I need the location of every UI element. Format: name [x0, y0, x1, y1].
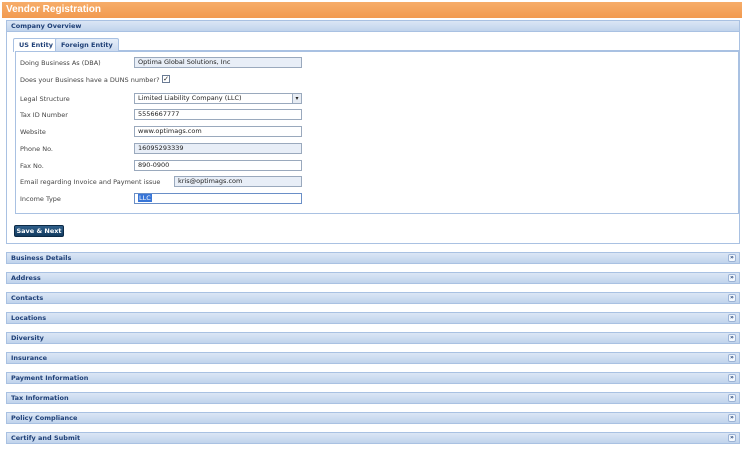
section-certify-and-submit[interactable]: Certify and Submit »: [6, 432, 740, 444]
fax-label: Fax No.: [20, 162, 44, 170]
section-locations[interactable]: Locations »: [6, 312, 740, 324]
section-address[interactable]: Address »: [6, 272, 740, 284]
income-type-field[interactable]: LLC: [134, 193, 302, 204]
chevron-down-icon[interactable]: »: [728, 434, 736, 442]
section-label: Contacts: [11, 294, 44, 302]
section-label: Policy Compliance: [11, 414, 78, 422]
chevron-down-icon[interactable]: »: [728, 354, 736, 362]
section-label: Insurance: [11, 354, 48, 362]
section-company-overview[interactable]: Company Overview: [6, 20, 740, 32]
legal-structure-value: Limited Liability Company (LLC): [138, 94, 242, 102]
duns-label: Does your Business have a DUNS number?: [20, 76, 160, 84]
section-label: Tax Information: [11, 394, 69, 402]
section-contacts[interactable]: Contacts »: [6, 292, 740, 304]
dba-label: Doing Business As (DBA): [20, 59, 101, 67]
section-label: Payment Information: [11, 374, 89, 382]
section-label: Business Details: [11, 254, 72, 262]
section-insurance[interactable]: Insurance »: [6, 352, 740, 364]
website-label: Website: [20, 128, 46, 136]
tab-foreign-entity[interactable]: Foreign Entity: [55, 38, 119, 51]
dba-field[interactable]: Optima Global Solutions, Inc: [134, 57, 302, 68]
section-policy-compliance[interactable]: Policy Compliance »: [6, 412, 740, 424]
tax-id-label: Tax ID Number: [20, 111, 68, 119]
chevron-down-icon[interactable]: »: [728, 334, 736, 342]
income-type-value: LLC: [138, 194, 152, 202]
section-label: Locations: [11, 314, 47, 322]
legal-structure-label: Legal Structure: [20, 95, 70, 103]
section-label: Company Overview: [11, 22, 82, 30]
income-type-label: Income Type: [20, 195, 61, 203]
fax-field[interactable]: 890-0900: [134, 160, 302, 171]
tab-us-entity[interactable]: US Entity: [13, 38, 59, 52]
section-tax-information[interactable]: Tax Information »: [6, 392, 740, 404]
page-title: Vendor Registration: [2, 2, 742, 18]
section-label: Address: [11, 274, 41, 282]
phone-label: Phone No.: [20, 145, 53, 153]
section-label: Certify and Submit: [11, 434, 81, 442]
email-label: Email regarding Invoice and Payment issu…: [20, 178, 161, 186]
section-diversity[interactable]: Diversity »: [6, 332, 740, 344]
chevron-down-icon[interactable]: »: [728, 254, 736, 262]
chevron-down-icon[interactable]: »: [728, 314, 736, 322]
chevron-down-icon[interactable]: »: [728, 294, 736, 302]
company-form: Doing Business As (DBA) Optima Global So…: [15, 51, 739, 214]
duns-checkbox[interactable]: ✓: [162, 75, 170, 83]
chevron-down-icon[interactable]: »: [728, 274, 736, 282]
company-overview-panel: US Entity Foreign Entity Doing Business …: [6, 32, 740, 244]
section-business-details[interactable]: Business Details »: [6, 252, 740, 264]
section-payment-information[interactable]: Payment Information »: [6, 372, 740, 384]
legal-structure-select[interactable]: Limited Liability Company (LLC) ▾: [134, 93, 302, 104]
save-next-button[interactable]: Save & Next: [14, 225, 64, 237]
dropdown-arrow-icon[interactable]: ▾: [292, 94, 301, 103]
chevron-down-icon[interactable]: »: [728, 414, 736, 422]
tax-id-field[interactable]: 5556667777: [134, 109, 302, 120]
email-field[interactable]: kris@optimags.com: [174, 176, 302, 187]
phone-field[interactable]: 16095293339: [134, 143, 302, 154]
chevron-down-icon[interactable]: »: [728, 374, 736, 382]
entity-tabs: US Entity Foreign Entity: [13, 38, 739, 52]
section-label: Diversity: [11, 334, 44, 342]
website-field[interactable]: www.optimags.com: [134, 126, 302, 137]
chevron-down-icon[interactable]: »: [728, 394, 736, 402]
